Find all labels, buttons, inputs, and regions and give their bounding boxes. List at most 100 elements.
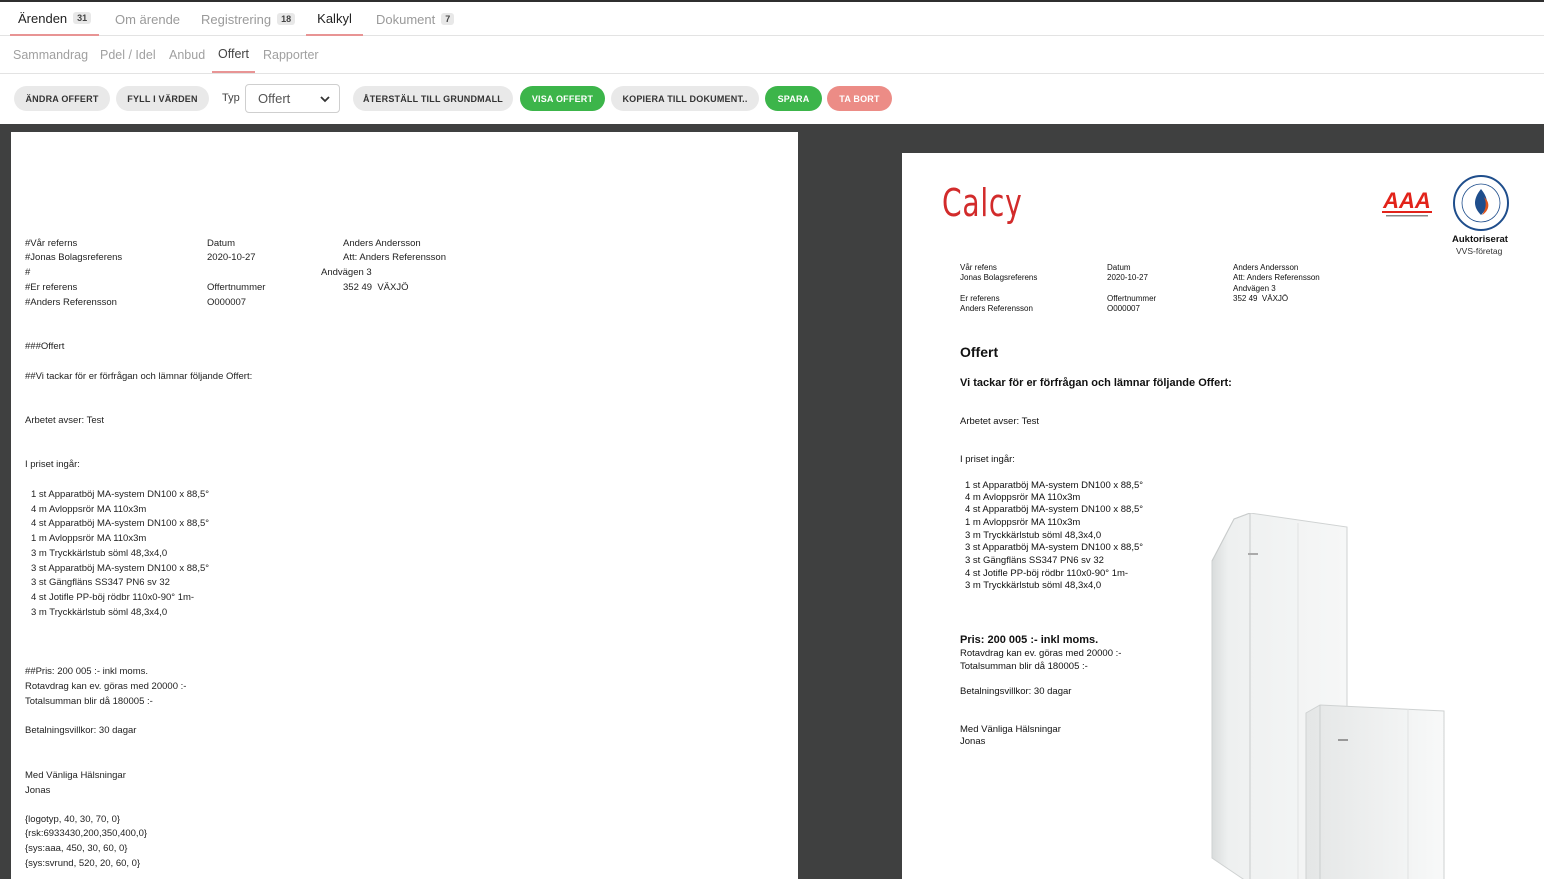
preview-item: 3 m Tryckkärlstub söml 48,3x4,0	[965, 530, 1102, 541]
tab-dokument[interactable]: Dokument 7	[368, 2, 462, 36]
tab-rapporter[interactable]: Rapporter	[260, 36, 322, 73]
editor-line: ###Offert	[25, 341, 65, 352]
chevron-down-icon	[320, 96, 330, 103]
editor-line: Andvägen 3	[321, 267, 372, 278]
editor-line: I priset ingår:	[25, 459, 80, 470]
product-image	[1202, 512, 1462, 879]
calcy-logo: Calcy	[942, 181, 1023, 225]
tab-sammandrag[interactable]: Sammandrag	[10, 36, 91, 73]
count-badge: 31	[73, 12, 92, 24]
preview-item: 4 st Jotifle PP-böj rödbr 110x0-90° 1m-	[965, 568, 1129, 579]
tab-offert[interactable]: Offert	[212, 36, 256, 73]
editor-line: #	[25, 267, 31, 278]
preview-line: Jonas Bolagsreferens	[960, 273, 1038, 282]
preview-line: O000007	[1107, 304, 1140, 313]
editor-item: 3 m Tryckkärlstub söml 48,3x4,0	[31, 607, 168, 618]
preview-heading: Offert	[960, 344, 999, 360]
editor-line: #Er referens	[25, 282, 78, 293]
preview-line: Andvägen 3	[1233, 284, 1276, 293]
editor-code: {sys:aaa, 450, 30, 60, 0}	[25, 843, 128, 854]
preview-line: Offertnummer	[1107, 294, 1157, 303]
editor-item: 4 m Avloppsrör MA 110x3m	[31, 504, 147, 515]
editor-line: Totalsumman blir då 180005 :-	[25, 696, 153, 707]
preview-line: 2020-10-27	[1107, 273, 1148, 282]
preview-item: 4 st Apparatböj MA-system DN100 x 88,5°	[965, 504, 1144, 515]
editor-line: Rotavdrag kan ev. göras med 20000 :-	[25, 681, 187, 692]
editor-line: ##Pris: 200 005 :- inkl moms.	[25, 666, 149, 677]
preview-item: 1 st Apparatböj MA-system DN100 x 88,5°	[965, 480, 1144, 491]
main-tab-bar: Ärenden 31 Om ärende Registrering 18 Kal…	[0, 0, 1544, 36]
tab-label: Registrering	[201, 11, 272, 27]
preview-line: Anders Referensson	[960, 304, 1033, 313]
editor-line: Offertnummer	[207, 282, 266, 293]
editor-item: 4 st Jotifle PP-böj rödbr 110x0-90° 1m-	[31, 592, 195, 603]
preview-item: 4 m Avloppsrör MA 110x3m	[965, 492, 1081, 503]
preview-price: Pris: 200 005 :- inkl moms.	[960, 634, 1099, 646]
offer-workspace: #Vår referns #Jonas Bolagsreferens # #Er…	[0, 124, 1544, 879]
preview-line: Er referens	[960, 294, 1000, 303]
preview-item: 3 m Tryckkärlstub söml 48,3x4,0	[965, 580, 1102, 591]
tab-registrering[interactable]: Registrering 18	[193, 2, 303, 36]
count-badge: 7	[441, 13, 455, 25]
count-badge: 18	[277, 13, 296, 25]
aterstall-button[interactable]: ÅTERSTÄLL TILL GRUNDMALL	[353, 86, 513, 111]
visa-offert-button[interactable]: VISA OFFERT	[520, 86, 605, 111]
preview-item: 3 st Gängfläns SS347 PN6 sv 32	[965, 555, 1104, 566]
preview-line: Att: Anders Referensson	[1233, 273, 1320, 282]
preview-line: Rotavdrag kan ev. göras med 20000 :-	[960, 648, 1122, 659]
sub-tab-bar: Sammandrag Pdel / Idel Anbud Offert Rapp…	[0, 36, 1544, 74]
tab-kalkyl[interactable]: Kalkyl	[306, 2, 363, 36]
tab-om-arende[interactable]: Om ärende	[107, 2, 188, 36]
editor-line: Arbetet avser: Test	[25, 415, 105, 426]
tab-label: Kalkyl	[317, 10, 352, 26]
editor-item: 4 st Apparatböj MA-system DN100 x 88,5°	[31, 518, 210, 529]
tab-pdel-idel[interactable]: Pdel / Idel	[97, 36, 159, 73]
offer-toolbar: ÄNDRA OFFERT FYLL I VÄRDEN Typ Offert ÅT…	[0, 74, 1544, 124]
typ-select-value: Offert	[258, 91, 291, 106]
preview-item: 3 st Apparatböj MA-system DN100 x 88,5°	[965, 542, 1144, 553]
typ-select[interactable]: Offert	[245, 84, 340, 113]
typ-label: Typ	[222, 92, 240, 104]
editor-line: Anders Andersson	[343, 238, 421, 249]
spara-button[interactable]: SPARA	[765, 86, 822, 111]
preview-line: 352 49 VÄXJÖ	[1233, 294, 1289, 303]
editor-item: 1 m Avloppsrör MA 110x3m	[31, 533, 147, 544]
preview-line: Jonas	[960, 736, 986, 747]
editor-line: 2020-10-27	[207, 252, 256, 263]
tab-arenden[interactable]: Ärenden 31	[10, 2, 100, 36]
editor-line: ##Vi tackar för er förfrågan och lämnar …	[25, 371, 253, 382]
kopiera-till-dokument-button[interactable]: KOPIERA TILL DOKUMENT..	[611, 86, 759, 111]
tab-label: Om ärende	[115, 11, 181, 27]
preview-line: Totalsumman blir då 180005 :-	[960, 661, 1088, 672]
editor-line: 352 49 VÄXJÖ	[343, 282, 409, 293]
preview-line: Datum	[1107, 263, 1131, 272]
editor-line: Datum	[207, 238, 235, 249]
preview-line: Vår refens	[960, 263, 997, 272]
tab-label: Ärenden	[18, 10, 68, 26]
certification-seal-icon	[1451, 173, 1511, 233]
editor-item: 3 st Apparatböj MA-system DN100 x 88,5°	[31, 563, 210, 574]
editor-item: 3 st Gängfläns SS347 PN6 sv 32	[31, 577, 170, 588]
preview-line: I priset ingår:	[960, 454, 1015, 465]
editor-line: #Jonas Bolagsreferens	[25, 252, 123, 263]
aaa-logo-text: AAA	[1382, 188, 1431, 213]
editor-item: 3 m Tryckkärlstub söml 48,3x4,0	[31, 548, 168, 559]
editor-line: Med Vänliga Hälsningar	[25, 770, 126, 781]
tab-anbud[interactable]: Anbud	[166, 36, 208, 73]
editor-code: {rsk:6933430,200,350,400,0}	[25, 828, 148, 839]
andra-offert-button[interactable]: ÄNDRA OFFERT	[14, 86, 110, 111]
preview-line: Anders Andersson	[1233, 263, 1299, 272]
template-editor[interactable]: #Vår referns #Jonas Bolagsreferens # #Er…	[11, 132, 798, 879]
editor-line: Jonas	[25, 785, 51, 796]
editor-line: #Anders Referensson	[25, 297, 117, 308]
editor-item: 1 st Apparatböj MA-system DN100 x 88,5°	[31, 489, 210, 500]
cert-title: Auktoriserat	[1452, 234, 1508, 245]
preview-subheading: Vi tackar för er förfrågan och lämnar fö…	[960, 377, 1232, 389]
fyll-i-varden-button[interactable]: FYLL I VÄRDEN	[116, 86, 209, 111]
editor-line: #Vår referns	[25, 238, 78, 249]
editor-line: Att: Anders Referensson	[343, 252, 446, 263]
editor-line: Betalningsvillkor: 30 dagar	[25, 725, 137, 736]
cert-subtitle: VVS-företag	[1456, 246, 1503, 256]
ta-bort-button[interactable]: TA BORT	[827, 86, 892, 111]
preview-line: Med Vänliga Hälsningar	[960, 724, 1061, 735]
